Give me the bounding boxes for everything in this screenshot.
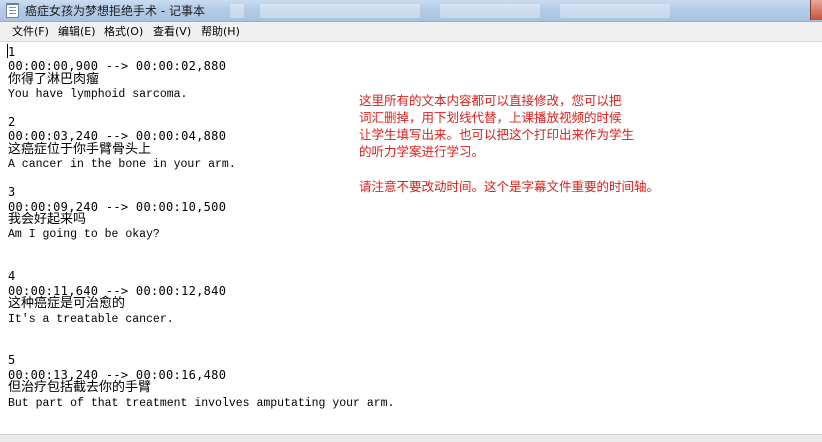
subtitle-chinese: 这种癌症是可治愈的 [8,296,126,311]
menu-bar: 文件(F) 编辑(E) 格式(O) 查看(V) 帮助(H) [0,22,822,42]
subtitle-timestamp: 00:00:03,240 --> 00:00:04,880 [8,129,227,143]
horizontal-scrollbar[interactable] [0,434,822,442]
close-button[interactable] [810,0,822,20]
annotation-line: 让学生填写出来。也可以把这个打印出来作为学生 [359,127,635,142]
menu-view[interactable]: 查看(V) [147,24,197,40]
annotation-line: 这里所有的文本内容都可以直接修改，您可以把 [359,93,622,108]
title-bar[interactable]: 癌症女孩为梦想拒绝手术 - 记事本 [0,0,822,22]
subtitle-english: A cancer in the bone in your arm. [8,158,236,171]
subtitle-english: You have lymphoid sarcoma. [8,88,188,101]
subtitle-index: 1 [8,45,16,59]
window-title: 癌症女孩为梦想拒绝手术 - 记事本 [25,4,205,18]
subtitle-english: But part of that treatment involves ampu… [8,397,395,410]
subtitle-english: Am I going to be okay? [8,228,160,241]
menu-format[interactable]: 格式(O) [98,24,149,40]
menu-file[interactable]: 文件(F) [6,24,55,40]
annotation-line: 词汇删掉，用下划线代替，上课播放视频的时候 [359,110,622,125]
subtitle-index: 4 [8,269,16,283]
subtitle-chinese: 我会好起来吗 [8,212,87,227]
text-editor[interactable]: 1 00:00:00,900 --> 00:00:02,880 你得了淋巴肉瘤 … [0,42,822,434]
notepad-window: 癌症女孩为梦想拒绝手术 - 记事本 文件(F) 编辑(E) 格式(O) 查看(V… [0,0,822,442]
annotation-line: 请注意不要改动时间。这个是字幕文件重要的时间轴。 [359,179,660,194]
subtitle-chinese: 你得了淋巴肉瘤 [8,72,100,87]
ghost-tab [560,4,670,18]
menu-help[interactable]: 帮助(H) [195,24,246,40]
subtitle-chinese: 但治疗包括截去你的手臂 [8,380,152,395]
notepad-icon[interactable] [6,3,19,18]
subtitle-timestamp: 00:00:00,900 --> 00:00:02,880 [8,59,227,73]
subtitle-index: 3 [8,185,16,199]
ghost-tab [230,4,244,18]
annotation-line: 的听力学案进行学习。 [359,144,485,159]
subtitle-chinese: 这癌症位于你手臂骨头上 [8,142,152,157]
menu-edit[interactable]: 编辑(E) [52,24,102,40]
subtitle-index: 5 [8,353,16,367]
subtitle-index: 2 [8,115,16,129]
subtitle-english: It's a treatable cancer. [8,313,174,326]
ghost-tab [440,4,540,18]
ghost-tab [260,4,420,18]
